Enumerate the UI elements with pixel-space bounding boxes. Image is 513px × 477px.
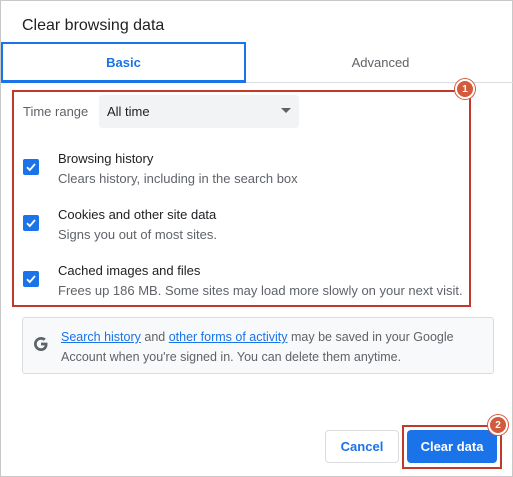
cookies-checkbox[interactable] — [23, 215, 39, 231]
tab-basic[interactable]: Basic — [1, 42, 246, 83]
google-g-icon — [34, 337, 48, 351]
browsing-history-checkbox[interactable] — [23, 159, 39, 175]
search-history-link[interactable]: Search history — [61, 330, 141, 344]
option-cookies: Cookies and other site data Signs you ou… — [23, 207, 483, 247]
tab-bar: Basic Advanced — [1, 42, 513, 83]
cancel-button[interactable]: Cancel — [325, 430, 399, 463]
option-title: Browsing history — [58, 151, 154, 166]
time-range-value: All time — [107, 104, 150, 119]
option-browsing-history: Browsing history Clears history, includi… — [23, 151, 483, 191]
info-text: Search history and other forms of activi… — [61, 330, 454, 364]
option-title: Cookies and other site data — [58, 207, 217, 222]
option-description: Signs you out of most sites. — [58, 227, 217, 242]
google-account-info-box: Search history and other forms of activi… — [22, 317, 494, 374]
annotation-badge-2: 2 — [488, 415, 508, 435]
caret-down-icon — [281, 108, 291, 113]
option-cached-images: Cached images and files Frees up 186 MB.… — [23, 263, 483, 303]
option-title: Cached images and files — [58, 263, 201, 278]
option-description: Frees up 186 MB. Some sites may load mor… — [58, 283, 463, 298]
annotation-badge-1: 1 — [455, 79, 475, 99]
clear-browsing-data-dialog: Clear browsing data Basic Advanced 1 Tim… — [0, 0, 513, 477]
cached-images-checkbox[interactable] — [23, 271, 39, 287]
check-icon — [26, 219, 36, 228]
time-range-label: Time range — [23, 104, 89, 119]
clear-data-button[interactable]: Clear data — [407, 430, 497, 463]
other-forms-of-activity-link[interactable]: other forms of activity — [169, 330, 288, 344]
check-icon — [26, 275, 36, 284]
option-description: Clears history, including in the search … — [58, 171, 298, 186]
check-icon — [26, 163, 36, 172]
dialog-title: Clear browsing data — [22, 17, 165, 34]
tab-advanced[interactable]: Advanced — [247, 42, 513, 83]
time-range-select[interactable]: All time — [99, 95, 299, 128]
